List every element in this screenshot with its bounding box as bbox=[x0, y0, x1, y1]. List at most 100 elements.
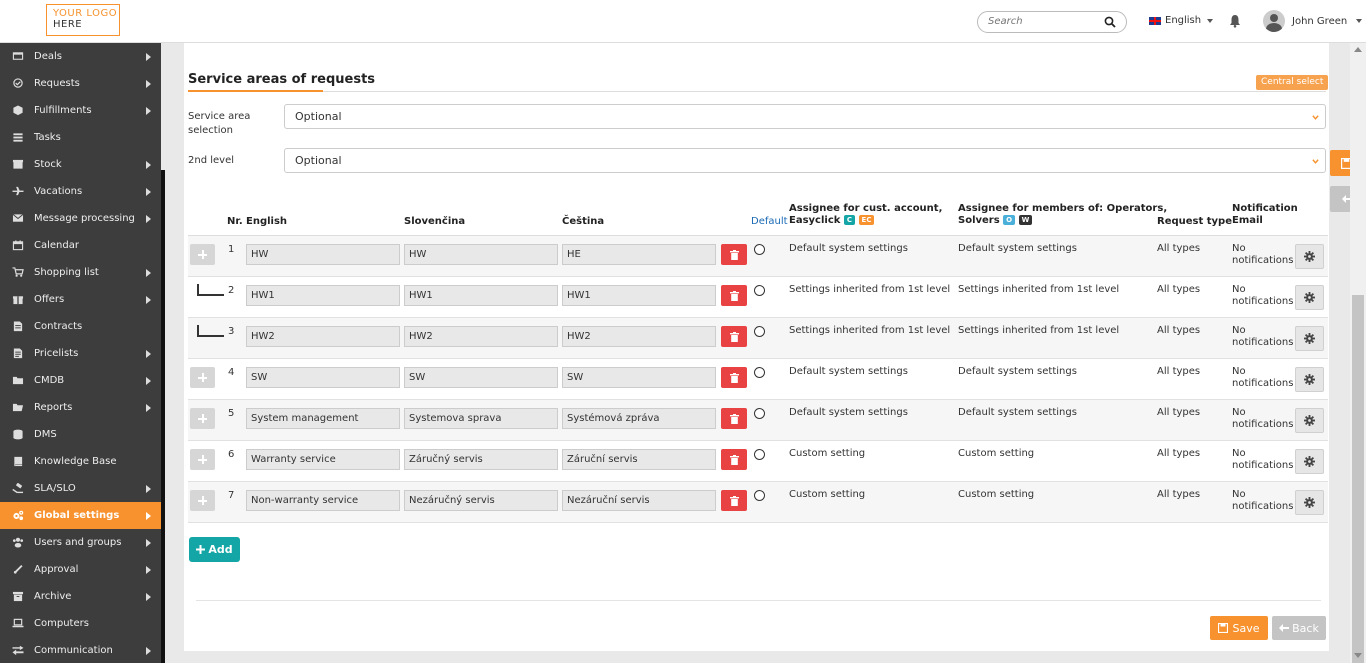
sidebar-item-communication[interactable]: Communication bbox=[0, 637, 161, 663]
sidebar-item-offers[interactable]: Offers bbox=[0, 286, 161, 313]
user-menu[interactable]: John Green bbox=[1263, 10, 1363, 32]
add-subitem-button[interactable] bbox=[190, 408, 215, 429]
slovak-name-input[interactable]: HW2 bbox=[404, 326, 558, 347]
sidebar-item-shopping-list[interactable]: Shopping list bbox=[0, 259, 161, 286]
add-subitem-button[interactable] bbox=[190, 367, 215, 388]
sidebar-item-tasks[interactable]: Tasks bbox=[0, 124, 161, 151]
english-name-input[interactable]: Non-warranty service bbox=[246, 490, 400, 511]
row-settings-button[interactable] bbox=[1295, 490, 1324, 515]
search-input[interactable] bbox=[988, 16, 1098, 27]
scrollbar-thumb[interactable] bbox=[1352, 295, 1364, 663]
sidebar-item-computers[interactable]: Computers bbox=[0, 610, 161, 637]
search-icon[interactable] bbox=[1104, 16, 1116, 28]
english-name-input[interactable]: System management bbox=[246, 408, 400, 429]
sidebar-item-deals[interactable]: Deals bbox=[0, 43, 161, 70]
default-radio[interactable] bbox=[754, 367, 765, 378]
czech-name-input[interactable]: Systémová zpráva bbox=[562, 408, 716, 429]
czech-name-input[interactable]: SW bbox=[562, 367, 716, 388]
czech-name-input[interactable]: HW2 bbox=[562, 326, 716, 347]
badge-w: W bbox=[1018, 215, 1033, 225]
delete-button[interactable] bbox=[721, 449, 747, 470]
sidebar-item-archive[interactable]: Archive bbox=[0, 583, 161, 610]
slovak-name-input[interactable]: HW1 bbox=[404, 285, 558, 306]
row-settings-button[interactable] bbox=[1295, 285, 1324, 310]
default-radio[interactable] bbox=[754, 285, 765, 296]
default-radio[interactable] bbox=[754, 244, 765, 255]
slovak-name-input[interactable]: Nezáručný servis bbox=[404, 490, 558, 511]
sidebar-item-knowledge-base[interactable]: Knowledge Base bbox=[0, 448, 161, 475]
add-button[interactable]: Add bbox=[189, 537, 240, 562]
sidebar-item-reports[interactable]: Reports bbox=[0, 394, 161, 421]
english-name-input[interactable]: HW1 bbox=[246, 285, 400, 306]
delete-button[interactable] bbox=[721, 367, 747, 388]
row-settings-button[interactable] bbox=[1295, 326, 1324, 351]
english-name-input[interactable]: HW bbox=[246, 244, 400, 265]
sidebar-item-calendar[interactable]: Calendar bbox=[0, 232, 161, 259]
delete-button[interactable] bbox=[721, 244, 747, 265]
sidebar-item-users-and-groups[interactable]: Users and groups bbox=[0, 529, 161, 556]
sidebar-item-approval[interactable]: Approval bbox=[0, 556, 161, 583]
sidebar-item-fulfillments[interactable]: Fulfillments bbox=[0, 97, 161, 124]
scroll-down-icon[interactable] bbox=[1354, 653, 1362, 658]
sidebar-item-stock[interactable]: Stock bbox=[0, 151, 161, 178]
bell-icon[interactable] bbox=[1229, 14, 1241, 28]
page-scrollbar[interactable] bbox=[1350, 43, 1366, 663]
delete-button[interactable] bbox=[721, 285, 747, 306]
slovak-name-input[interactable]: SW bbox=[404, 367, 558, 388]
sidebar-item-sla-slo[interactable]: SLA/SLO bbox=[0, 475, 161, 502]
assignee-members-value: Default system settings bbox=[958, 407, 1077, 418]
english-name-input[interactable]: HW2 bbox=[246, 326, 400, 347]
back-button[interactable]: Back bbox=[1272, 616, 1326, 640]
top-bar: YOUR LOGO HERE English John Green bbox=[0, 0, 1366, 43]
search-box[interactable] bbox=[977, 11, 1127, 33]
sidebar-item-label: Reports bbox=[34, 402, 73, 413]
czech-name-input[interactable]: HE bbox=[562, 244, 716, 265]
sidebar-item-label: Shopping list bbox=[34, 267, 99, 278]
delete-button[interactable] bbox=[721, 490, 747, 511]
sidebar-item-vacations[interactable]: Vacations bbox=[0, 178, 161, 205]
sidebar-item-contracts[interactable]: Contracts bbox=[0, 313, 161, 340]
slovak-name-input[interactable]: Záručný servis bbox=[404, 449, 558, 470]
sidebar-item-global-settings[interactable]: Global settings bbox=[0, 502, 161, 529]
sidebar-item-cmdb[interactable]: CMDB bbox=[0, 367, 161, 394]
row-settings-button[interactable] bbox=[1295, 244, 1324, 269]
column-header-cestina: Čeština bbox=[562, 216, 605, 227]
default-radio[interactable] bbox=[754, 490, 765, 501]
sidebar-item-label: Tasks bbox=[34, 132, 61, 143]
default-radio[interactable] bbox=[754, 326, 765, 337]
delete-button[interactable] bbox=[721, 408, 747, 429]
row-settings-button[interactable] bbox=[1295, 449, 1324, 474]
english-name-input[interactable]: SW bbox=[246, 367, 400, 388]
sidebar-item-dms[interactable]: DMS bbox=[0, 421, 161, 448]
default-radio[interactable] bbox=[754, 449, 765, 460]
assignee-cust-value: Default system settings bbox=[789, 243, 908, 254]
default-radio[interactable] bbox=[754, 408, 765, 419]
add-subitem-button[interactable] bbox=[190, 490, 215, 511]
save-button[interactable]: Save bbox=[1210, 616, 1268, 640]
row-settings-button[interactable] bbox=[1295, 408, 1324, 433]
czech-name-input[interactable]: HW1 bbox=[562, 285, 716, 306]
sidebar-item-message-processing[interactable]: Message processing bbox=[0, 205, 161, 232]
assignee-cust-line2: Easyclick C EC bbox=[789, 215, 942, 227]
gear-icon bbox=[1304, 497, 1315, 508]
sidebar-item-pricelists[interactable]: Pricelists bbox=[0, 340, 161, 367]
row-settings-button[interactable] bbox=[1295, 367, 1324, 392]
language-selector[interactable]: English bbox=[1149, 15, 1214, 26]
czech-name-input[interactable]: Nezáruční servis bbox=[562, 490, 716, 511]
second-level-select[interactable]: Optional bbox=[284, 148, 1326, 173]
company-logo[interactable]: YOUR LOGO HERE bbox=[46, 4, 120, 36]
central-select-button[interactable]: Central select bbox=[1256, 75, 1329, 90]
add-subitem-button[interactable] bbox=[190, 449, 215, 470]
add-subitem-button[interactable] bbox=[190, 244, 215, 265]
delete-button[interactable] bbox=[721, 326, 747, 347]
scroll-up-icon[interactable] bbox=[1354, 47, 1362, 52]
czech-name-input[interactable]: Záruční servis bbox=[562, 449, 716, 470]
gear-icon bbox=[1304, 374, 1315, 385]
slovak-name-input[interactable]: HW bbox=[404, 244, 558, 265]
section-title: Service areas of requests bbox=[188, 72, 376, 87]
slovak-name-input[interactable]: Systemova sprava bbox=[404, 408, 558, 429]
english-name-input[interactable]: Warranty service bbox=[246, 449, 400, 470]
service-area-select[interactable]: Optional bbox=[284, 104, 1326, 129]
floppy-icon bbox=[1218, 623, 1229, 633]
sidebar-item-requests[interactable]: Requests bbox=[0, 70, 161, 97]
